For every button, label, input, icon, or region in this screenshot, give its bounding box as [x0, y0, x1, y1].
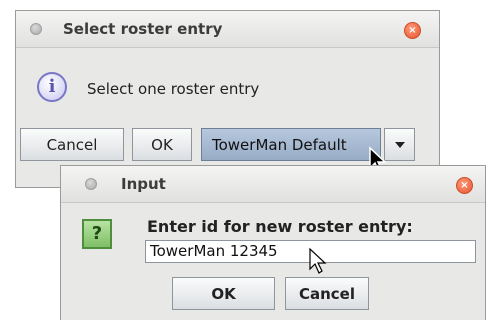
window-menu-dot-icon[interactable]	[30, 23, 42, 35]
select-roster-message: Select one roster entry	[87, 80, 260, 98]
input-titlebar[interactable]: Input ×	[61, 166, 485, 203]
input-prompt-label: Enter id for new roster entry:	[147, 217, 413, 236]
input-dialog: Input × ? Enter id for new roster entry:…	[60, 165, 486, 320]
window-menu-dot-icon[interactable]	[85, 178, 97, 190]
roster-entry-combo[interactable]: TowerMan Default	[201, 128, 381, 161]
info-icon: i	[37, 72, 67, 102]
close-icon[interactable]: ×	[404, 22, 421, 39]
question-icon: ?	[82, 219, 112, 249]
input-dialog-title: Input	[121, 175, 166, 193]
ok-button[interactable]: OK	[132, 128, 192, 161]
ok-button[interactable]: OK	[172, 277, 275, 310]
close-icon[interactable]: ×	[456, 177, 473, 194]
mouse-pointer-icon	[309, 247, 327, 274]
cancel-button[interactable]: Cancel	[285, 277, 369, 310]
select-roster-title: Select roster entry	[63, 20, 223, 38]
select-roster-titlebar[interactable]: Select roster entry ×	[16, 11, 439, 48]
combo-selected-value: TowerMan Default	[212, 136, 347, 154]
cancel-button[interactable]: Cancel	[20, 128, 124, 161]
